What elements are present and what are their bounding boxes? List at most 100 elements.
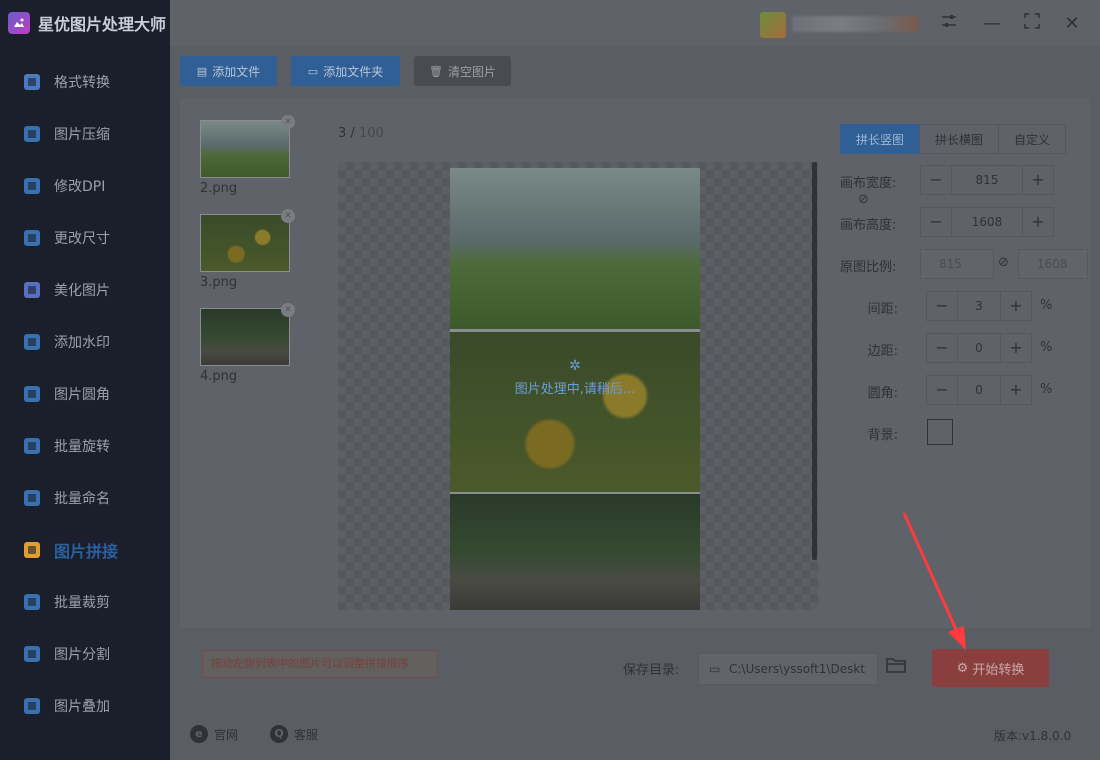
save-path-value: C:\Users\yssoft1\Deskt <box>729 662 865 676</box>
decrement-button[interactable]: − <box>927 334 957 362</box>
split-icon <box>20 642 44 666</box>
page-total: 100 <box>358 126 384 141</box>
preview-scrollbar[interactable] <box>812 162 817 560</box>
spacing-label: 间距: <box>867 302 898 317</box>
drag-hint: 拖动左侧列表中的图片可以调整拼接顺序 <box>202 650 438 678</box>
sidebar-item-5[interactable]: 添加水印 <box>0 320 170 364</box>
increment-button[interactable]: + <box>1001 334 1031 362</box>
link-icon: ⊘ <box>998 255 1009 270</box>
start-convert-button[interactable]: ⚙ 开始转换 <box>932 649 1049 687</box>
maximize-icon[interactable] <box>1020 12 1044 36</box>
sidebar-item-12[interactable]: 图片叠加 <box>0 684 170 728</box>
trash-icon: 🗑 <box>429 64 443 78</box>
add-folder-button[interactable]: ▭ 添加文件夹 <box>291 56 400 86</box>
increment-button[interactable]: + <box>1001 376 1031 404</box>
settings-sliders-icon[interactable] <box>937 12 961 36</box>
rename-icon <box>20 486 44 510</box>
tab-horizontal[interactable]: 拼长横图 <box>919 124 999 154</box>
top-bar: — ✕ <box>170 0 1100 46</box>
sidebar-item-4[interactable]: 美化图片 <box>0 268 170 312</box>
decrement-button[interactable]: − <box>921 166 951 194</box>
sidebar-item-label: 批量旋转 <box>54 439 110 455</box>
thumbnail-image: ✕ <box>200 209 295 272</box>
folder-outline-icon: ▭ <box>709 662 721 676</box>
sidebar-item-label: 图片叠加 <box>54 699 110 715</box>
sidebar-item-7[interactable]: 批量旋转 <box>0 424 170 468</box>
website-link[interactable]: e 官网 <box>190 725 238 743</box>
crop-icon <box>20 590 44 614</box>
percent-unit: % <box>1040 298 1053 313</box>
sidebar-item-label: 批量裁剪 <box>54 595 110 611</box>
decrement-button[interactable]: − <box>921 208 951 236</box>
sidebar-item-9[interactable]: 图片拼接 <box>0 528 170 572</box>
sidebar: 星优图片处理大师 格式转换 图片压缩 修改DPI 更改尺寸 美化图片 添加水印 图片圆角 批量… <box>0 0 170 760</box>
remove-icon[interactable]: ✕ <box>281 303 295 317</box>
background-color-picker[interactable] <box>927 419 953 445</box>
canvas-width-stepper[interactable]: − 815 + <box>920 165 1054 195</box>
radius-value[interactable]: 0 <box>957 376 1001 404</box>
page-counter: 3 / 100 <box>338 126 384 141</box>
sidebar-item-6[interactable]: 图片圆角 <box>0 372 170 416</box>
remove-icon[interactable]: ✕ <box>281 115 295 129</box>
minimize-icon[interactable]: — <box>980 12 1004 36</box>
add-file-label: 添加文件 <box>212 64 261 79</box>
add-file-button[interactable]: ▤ 添加文件 <box>180 56 277 86</box>
ratio-height-field: 1608 <box>1018 249 1088 279</box>
canvas-width-label: 画布宽度: <box>840 176 897 191</box>
main-area: — ✕ ▤ 添加文件 ▭ 添加文件夹 🗑 清空图片 ✕ 2.png ✕ 3.png <box>170 0 1100 760</box>
list-item[interactable]: ✕ 4.png <box>200 303 295 384</box>
browse-folder-icon[interactable] <box>886 656 910 680</box>
save-dir-label: 保存目录: <box>623 663 680 678</box>
version-text: 版本:v1.8.0.0 <box>994 729 1072 743</box>
settings-panel: 拼长竖图 拼长横图 自定义 画布宽度: − 815 + ⊘ 画布高度: − 16… <box>820 98 1090 628</box>
tab-vertical[interactable]: 拼长竖图 <box>840 124 920 154</box>
loading-indicator: ✲ 图片处理中,请稍后... <box>450 358 700 397</box>
image-stitch-icon <box>20 538 44 562</box>
sidebar-item-label: 美化图片 <box>54 283 110 299</box>
list-item[interactable]: ✕ 3.png <box>200 209 295 290</box>
sidebar-item-8[interactable]: 批量命名 <box>0 476 170 520</box>
remove-icon[interactable]: ✕ <box>281 209 295 223</box>
decrement-button[interactable]: − <box>927 376 957 404</box>
support-link[interactable]: Q 客服 <box>270 725 318 743</box>
sidebar-item-label: 格式转换 <box>54 75 110 91</box>
increment-button[interactable]: + <box>1023 166 1053 194</box>
sidebar-item-3[interactable]: 更改尺寸 <box>0 216 170 260</box>
beautify-icon <box>20 278 44 302</box>
save-path-input[interactable]: ▭ C:\Users\yssoft1\Deskt <box>698 653 878 685</box>
avatar[interactable] <box>760 12 786 38</box>
sidebar-item-11[interactable]: 图片分割 <box>0 632 170 676</box>
start-convert-label: 开始转换 <box>972 662 1025 678</box>
margin-stepper[interactable]: − 0 + <box>926 333 1032 363</box>
ratio-width-field: 815 <box>920 249 994 279</box>
increment-button[interactable]: + <box>1023 208 1053 236</box>
spacing-stepper[interactable]: − 3 + <box>926 291 1032 321</box>
sidebar-item-label: 图片压缩 <box>54 127 110 143</box>
dpi-icon <box>20 174 44 198</box>
file-name: 3.png <box>200 275 238 290</box>
sidebar-item-2[interactable]: 修改DPI <box>0 164 170 208</box>
increment-button[interactable]: + <box>1001 292 1031 320</box>
sidebar-item-10[interactable]: 批量裁剪 <box>0 580 170 624</box>
close-icon[interactable]: ✕ <box>1060 12 1084 36</box>
page-current: 3 <box>338 126 347 141</box>
loading-text: 图片处理中,请稍后... <box>514 382 636 397</box>
sidebar-item-0[interactable]: 格式转换 <box>0 60 170 104</box>
link-icon[interactable]: ⊘ <box>858 192 869 207</box>
gear-icon: ⚙ <box>956 660 969 676</box>
resize-icon <box>20 226 44 250</box>
decrement-button[interactable]: − <box>927 292 957 320</box>
browser-icon: e <box>190 725 208 743</box>
radius-stepper[interactable]: − 0 + <box>926 375 1032 405</box>
spacing-value[interactable]: 3 <box>957 292 1001 320</box>
sidebar-item-1[interactable]: 图片压缩 <box>0 112 170 156</box>
margin-value[interactable]: 0 <box>957 334 1001 362</box>
clear-images-button[interactable]: 🗑 清空图片 <box>414 56 511 86</box>
list-item[interactable]: ✕ 2.png <box>200 115 295 196</box>
percent-unit: % <box>1040 382 1053 397</box>
canvas-height-value[interactable]: 1608 <box>951 208 1023 236</box>
canvas-width-value[interactable]: 815 <box>951 166 1023 194</box>
tab-custom[interactable]: 自定义 <box>998 124 1066 154</box>
canvas-height-stepper[interactable]: − 1608 + <box>920 207 1054 237</box>
user-name-blurred <box>792 16 918 32</box>
